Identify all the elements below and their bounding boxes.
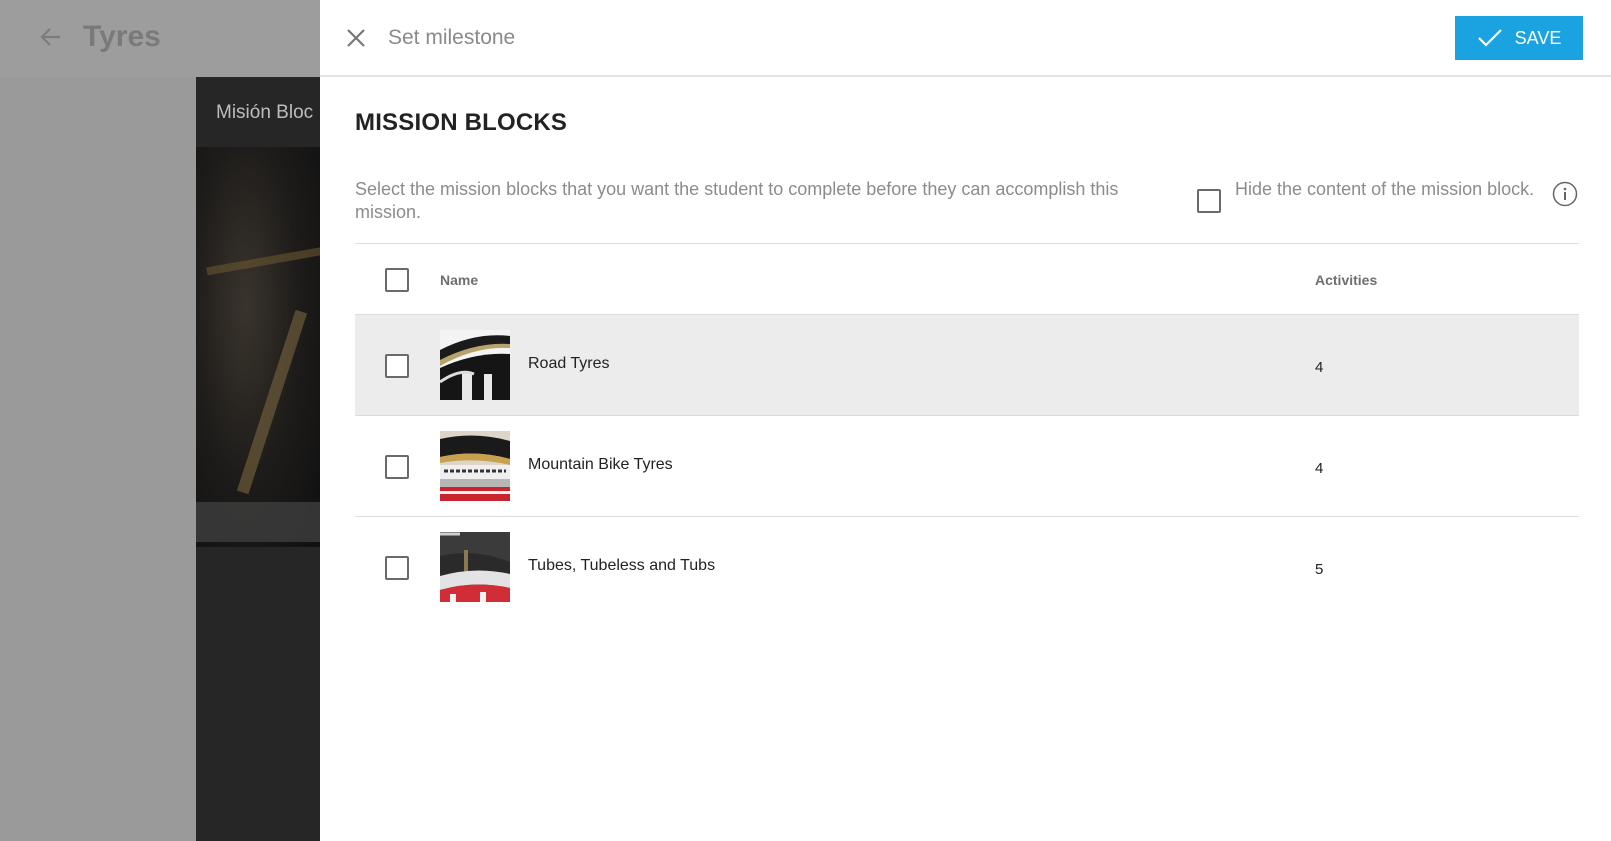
section-description: Select the mission blocks that you want … — [355, 179, 1119, 222]
save-button-label: SAVE — [1514, 27, 1562, 48]
row-name: Tubes, Tubeless and Tubs — [528, 557, 716, 574]
table-row[interactable]: Mountain Bike Tyres 4 — [355, 416, 1579, 517]
background-dialog-title: Misión Bloc — [216, 102, 314, 123]
table-header: Name Activities — [355, 243, 1579, 315]
back-arrow-icon — [40, 28, 60, 46]
row-name: Mountain Bike Tyres — [528, 456, 673, 473]
table-row[interactable]: Tubes, Tubeless and Tubs 5 — [355, 517, 1579, 618]
hide-content-label: Hide the content of the mission block. — [1235, 179, 1535, 199]
row-activities: 4 — [1315, 460, 1324, 477]
check-icon — [1477, 29, 1502, 47]
panel-header: Set milestone SAVE — [320, 0, 1611, 77]
info-icon[interactable] — [1552, 181, 1578, 207]
row-checkbox[interactable] — [385, 354, 409, 378]
row-activities: 4 — [1315, 359, 1324, 376]
row-checkbox[interactable] — [385, 556, 409, 580]
column-header-activities[interactable]: Activities — [1315, 272, 1377, 288]
panel-title: Set milestone — [388, 26, 516, 49]
hide-content-checkbox[interactable] — [1197, 189, 1221, 213]
background-page-title: Tyres — [83, 20, 161, 53]
select-all-checkbox[interactable] — [385, 268, 409, 292]
mountain-bike-tyres-thumbnail — [440, 431, 510, 501]
mission-blocks-table: Name Activities Road Tyres 4 Mountain Bi… — [355, 243, 1579, 618]
tubes-tubeless-tubs-thumbnail — [440, 532, 510, 602]
close-icon[interactable] — [342, 24, 370, 52]
table-row[interactable]: Road Tyres 4 — [355, 315, 1579, 416]
road-tyres-thumbnail — [440, 330, 510, 400]
save-button[interactable]: SAVE — [1455, 16, 1583, 60]
section-title: MISSION BLOCKS — [355, 109, 568, 136]
row-name: Road Tyres — [528, 355, 610, 372]
column-header-name[interactable]: Name — [440, 272, 478, 288]
row-checkbox[interactable] — [385, 455, 409, 479]
set-milestone-panel: Set milestone SAVE MISSION BLOCKS Select… — [320, 0, 1611, 841]
background-cover-image — [196, 147, 320, 547]
row-activities: 5 — [1315, 561, 1324, 578]
